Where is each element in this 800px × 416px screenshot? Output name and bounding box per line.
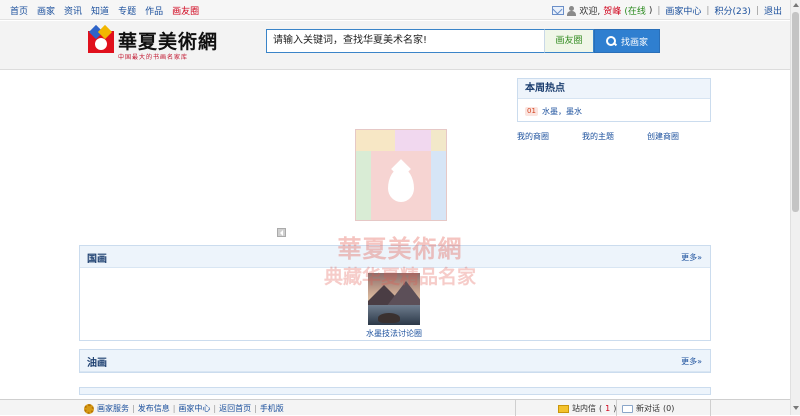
bottom-link-publish[interactable]: 发布信息	[138, 403, 170, 414]
welcome-text: 欢迎,	[579, 7, 601, 17]
top-navigation-bar: 首页 画家 资讯 知道 专题 作品 画友圈 欢迎, 贺峰 (在线 ) | 画家中…	[0, 0, 790, 20]
divider	[616, 400, 617, 416]
bottom-message-area: 站内信 (1) 新对话 (0)	[515, 400, 711, 416]
search-input[interactable]: 请输入关键词，查找华夏美术名家!	[266, 29, 544, 53]
logo-subtitle: 中国最大的书画名家库	[118, 54, 189, 61]
new-conversations[interactable]: 新对话 (0)	[622, 403, 674, 414]
painter-center-link[interactable]: 画家中心	[665, 4, 701, 17]
search-button[interactable]: 找画家	[594, 29, 660, 53]
create-circle-link[interactable]: 创建商圈	[647, 131, 679, 142]
user-bar: 欢迎, 贺峰 (在线 ) | 画家中心 | 积分(23) | 退出	[552, 4, 782, 17]
section-partial	[79, 387, 711, 395]
nav-knowledge[interactable]: 知道	[91, 4, 109, 17]
nav-topics[interactable]: 专题	[118, 4, 136, 17]
separator: |	[657, 5, 661, 16]
nav-works[interactable]: 作品	[145, 4, 163, 17]
search-category-tag[interactable]: 画友圈	[544, 29, 594, 53]
search-bar: 请输入关键词，查找华夏美术名家! 画友圈 找画家	[266, 29, 660, 53]
section-title: 油画	[87, 358, 107, 369]
talk-count: (0)	[663, 404, 675, 413]
weekly-hot-box: 本周热点 01 水墨，墨水	[517, 78, 711, 122]
slider-prev-button[interactable]	[277, 228, 286, 237]
bottom-link-center[interactable]: 画家中心	[178, 403, 210, 414]
top-nav: 首页 画家 资讯 知道 专题 作品 画友圈	[10, 4, 199, 17]
envelope-icon	[558, 404, 569, 413]
logout-link[interactable]: 退出	[764, 4, 782, 17]
talk-label: 新对话	[636, 404, 660, 413]
scroll-up-arrow-icon[interactable]	[793, 3, 799, 7]
mail-icon[interactable]	[552, 6, 565, 15]
bottom-toolbar: 画家服务 | 发布信息 | 画家中心 | 返回首页 | 手机版 站内信 (1) …	[0, 399, 790, 416]
hot-item-link[interactable]: 水墨，墨水	[542, 106, 582, 117]
nav-painters[interactable]: 画家	[37, 4, 55, 17]
online-status-close: )	[648, 5, 653, 16]
circle-thumbnail[interactable]	[368, 273, 420, 325]
page-scrollbar[interactable]	[790, 0, 800, 415]
search-icon	[605, 36, 616, 46]
site-messages[interactable]: 站内信 (1)	[558, 403, 616, 414]
messages-count: 1	[605, 404, 611, 413]
nav-news[interactable]: 资讯	[64, 4, 82, 17]
separator: |	[254, 404, 257, 413]
my-circle-link[interactable]: 我的商圈	[517, 131, 549, 142]
online-status: (在线	[624, 7, 646, 17]
separator: |	[706, 5, 710, 16]
bottom-link-service[interactable]: 画家服务	[97, 403, 129, 414]
user-icon	[567, 5, 577, 16]
circle-thumbnail-caption[interactable]: 水墨技法讨论圈	[344, 328, 444, 339]
section-guohua: 国画 更多» 水墨技法讨论圈	[79, 245, 711, 341]
hot-item[interactable]: 01 水墨，墨水	[525, 106, 582, 117]
banner-placeholder-image[interactable]	[355, 129, 447, 221]
my-topics-link[interactable]: 我的主题	[582, 131, 614, 142]
chat-icon	[622, 404, 633, 413]
bottom-link-mobile[interactable]: 手机版	[260, 403, 284, 414]
more-link[interactable]: 更多»	[681, 252, 702, 263]
more-link[interactable]: 更多»	[681, 356, 702, 367]
section-header	[80, 388, 710, 394]
section-header: 油画 更多»	[80, 350, 710, 372]
separator: |	[132, 404, 135, 413]
site-logo[interactable]: 華夏美術網 中国最大的书画名家库	[88, 24, 223, 61]
scroll-down-arrow-icon[interactable]	[793, 406, 799, 410]
separator: |	[172, 404, 176, 413]
circle-links: 我的商圈 我的主题 创建商圈	[517, 131, 711, 142]
paren: (	[599, 404, 603, 413]
logo-title: 華夏美術網	[118, 31, 219, 53]
separator: |	[755, 5, 759, 16]
section-title: 国画	[87, 254, 107, 265]
section-header: 国画 更多»	[80, 246, 710, 268]
gear-icon	[84, 403, 94, 414]
hot-rank-badge: 01	[525, 107, 538, 116]
search-button-label: 找画家	[620, 37, 648, 48]
site-header: 華夏美術網 中国最大的书画名家库 请输入关键词，查找华夏美术名家! 画友圈 找画…	[0, 21, 790, 70]
username-link[interactable]: 贺峰	[603, 4, 621, 17]
nav-home[interactable]: 首页	[10, 4, 28, 17]
messages-label: 站内信	[572, 404, 596, 413]
weekly-hot-title: 本周热点	[518, 79, 710, 99]
bottom-link-home[interactable]: 返回首页	[219, 403, 251, 414]
separator: |	[213, 404, 217, 413]
nav-friend-circle[interactable]: 画友圈	[172, 4, 199, 17]
points-link[interactable]: 积分(23)	[714, 4, 750, 17]
scroll-thumb[interactable]	[792, 12, 799, 212]
section-youhua: 油画 更多»	[79, 349, 711, 373]
bottom-links: 画家服务 | 发布信息 | 画家中心 | 返回首页 | 手机版	[84, 403, 284, 414]
logo-mark-icon	[88, 24, 114, 53]
